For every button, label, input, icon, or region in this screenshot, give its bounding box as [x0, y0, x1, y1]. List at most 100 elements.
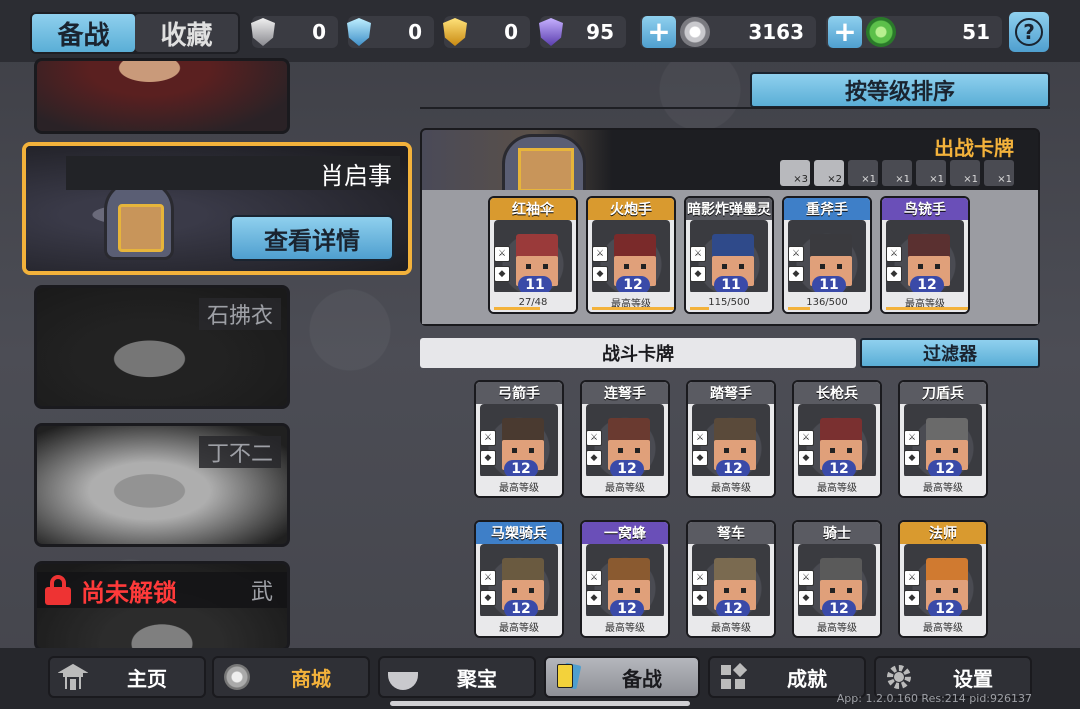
- view-details-button[interactable]: 查看详情: [230, 215, 394, 261]
- unit-class-icon: ◆: [904, 590, 920, 606]
- unit-class-icon: ◆: [592, 266, 608, 282]
- hero-card-partial[interactable]: [34, 58, 290, 134]
- unit-name: 马槊骑兵: [476, 522, 562, 544]
- unit-card[interactable]: 火炮手 ⚔ ◆ 12 最高等级: [586, 196, 676, 314]
- slot-gear-icon: ×1: [882, 160, 912, 186]
- unit-progress: 最高等级: [794, 616, 880, 636]
- unit-progress: 最高等级: [582, 616, 668, 636]
- hero-banner-art: [422, 130, 612, 190]
- help-button[interactable]: ?: [1009, 12, 1049, 52]
- deploy-title: 出战卡牌: [934, 136, 1014, 160]
- add-gems-button[interactable]: +: [828, 16, 862, 48]
- face-art: [118, 204, 164, 252]
- nav-treasure[interactable]: 聚宝: [378, 656, 536, 698]
- divider: [420, 107, 1050, 109]
- hero-name: 肖启事: [66, 156, 400, 190]
- unit-name: 红袖伞: [490, 198, 576, 220]
- coins-icon: [220, 660, 254, 694]
- nav-shop-label: 商城: [291, 666, 331, 691]
- hero-card-selected[interactable]: 肖启事 查看详情: [22, 142, 412, 275]
- unit-class-icon: ◆: [480, 590, 496, 606]
- unit-card[interactable]: 一窝蜂 ⚔ ◆ 12 最高等级: [580, 520, 670, 638]
- tab-prepare[interactable]: 备战: [32, 14, 135, 52]
- unit-card[interactable]: 红袖伞 ⚔ ◆ 11 27/48: [488, 196, 578, 314]
- unit-name: 弓箭手: [476, 382, 562, 404]
- attack-type-icon: ⚔: [494, 246, 510, 262]
- attack-type-icon: ⚔: [480, 430, 496, 446]
- tab-collection[interactable]: 收藏: [135, 14, 238, 52]
- slot-sword-icon: ×2: [814, 160, 844, 186]
- home-indicator[interactable]: [390, 701, 690, 706]
- purple-shield-counter: 95: [539, 16, 626, 48]
- locked-label: 尚未解锁: [81, 578, 177, 607]
- coin-value: 3163: [748, 20, 804, 44]
- unit-progress: 最高等级: [688, 616, 774, 636]
- nav-home-label: 主页: [127, 666, 167, 691]
- jade-icon: [866, 17, 896, 47]
- unit-name: 重斧手: [784, 198, 870, 220]
- unit-class-icon: ◆: [798, 450, 814, 466]
- nav-achievements-label: 成就: [787, 666, 827, 691]
- unit-progress: 最高等级: [688, 476, 774, 496]
- unit-progress: 最高等级: [476, 616, 562, 636]
- attack-type-icon: ⚔: [690, 246, 706, 262]
- add-coins-button[interactable]: +: [642, 16, 676, 48]
- nav-prepare-label: 备战: [622, 666, 662, 691]
- nav-treasure-label: 聚宝: [457, 666, 497, 691]
- hero-card-shifuyi[interactable]: 石拂衣: [34, 285, 290, 409]
- hero-card-dingbuer[interactable]: 丁不二: [34, 423, 290, 547]
- attack-type-icon: ⚔: [886, 246, 902, 262]
- question-icon: ?: [1015, 18, 1043, 46]
- nav-home[interactable]: 主页: [48, 656, 206, 698]
- coin-icon: [680, 17, 710, 47]
- unit-card[interactable]: 马槊骑兵 ⚔ ◆ 12 最高等级: [474, 520, 564, 638]
- silver-shield-icon: [251, 18, 275, 46]
- treasure-bowl-icon: [386, 660, 420, 694]
- version-info: App: 1.2.0.160 Res:214 pid:926137: [836, 692, 1032, 705]
- blue-shield-counter: 0: [347, 16, 434, 48]
- nav-prepare[interactable]: 备战: [544, 656, 700, 698]
- hero-name: 武: [250, 580, 273, 605]
- attack-type-icon: ⚔: [798, 570, 814, 586]
- unit-card[interactable]: 刀盾兵 ⚔ ◆ 12 最高等级: [898, 380, 988, 498]
- silver-shield-counter: 0: [251, 16, 338, 48]
- unit-card[interactable]: 连弩手 ⚔ ◆ 12 最高等级: [580, 380, 670, 498]
- attack-type-icon: ⚔: [586, 430, 602, 446]
- unit-class-icon: ◆: [480, 450, 496, 466]
- unit-card[interactable]: 弓箭手 ⚔ ◆ 12 最高等级: [474, 380, 564, 498]
- filter-button[interactable]: 过滤器: [860, 338, 1040, 368]
- sort-by-level-button[interactable]: 按等级排序: [750, 72, 1050, 108]
- slot-shield-icon: ×1: [984, 160, 1014, 186]
- unit-card[interactable]: 鸟铳手 ⚔ ◆ 12 最高等级: [880, 196, 970, 314]
- bottom-nav: 主页 商城 聚宝 备战 成就 设置 App: 1.2.0.160 Res:214…: [0, 648, 1080, 709]
- nav-shop[interactable]: 商城: [212, 656, 370, 698]
- gear-icon: [882, 660, 916, 694]
- hero-card-locked[interactable]: 尚未解锁 武: [34, 561, 290, 651]
- progress-bar: [494, 307, 540, 310]
- unit-class-icon: ◆: [904, 450, 920, 466]
- unit-card[interactable]: 暗影炸弹墨灵 ⚔ ◆ 11 115/500: [684, 196, 774, 314]
- unit-name: 鸟铳手: [882, 198, 968, 220]
- attack-type-icon: ⚔: [904, 570, 920, 586]
- attack-type-icon: ⚔: [480, 570, 496, 586]
- unit-card[interactable]: 法师 ⚔ ◆ 12 最高等级: [898, 520, 988, 638]
- attack-type-icon: ⚔: [592, 246, 608, 262]
- unit-card[interactable]: 重斧手 ⚔ ◆ 11 136/500: [782, 196, 872, 314]
- pagoda-icon: [56, 660, 90, 694]
- unit-progress: 最高等级: [476, 476, 562, 496]
- unit-class-icon: ◆: [586, 590, 602, 606]
- unit-card[interactable]: 长枪兵 ⚔ ◆ 12 最高等级: [792, 380, 882, 498]
- unit-class-icon: ◆: [798, 590, 814, 606]
- unit-name: 一窝蜂: [582, 522, 668, 544]
- slot-counters: ×3 ×2 ×1 ×1 ×1 ×1 ×1: [780, 160, 1014, 186]
- unit-card[interactable]: 弩车 ⚔ ◆ 12 最高等级: [686, 520, 776, 638]
- attack-type-icon: ⚔: [904, 430, 920, 446]
- unit-card[interactable]: 踏弩手 ⚔ ◆ 12 最高等级: [686, 380, 776, 498]
- unit-class-icon: ◆: [692, 450, 708, 466]
- unit-card[interactable]: 骑士 ⚔ ◆ 12 最高等级: [792, 520, 882, 638]
- purple-shield-icon: [539, 18, 563, 46]
- unit-name: 火炮手: [588, 198, 674, 220]
- unit-name: 骑士: [794, 522, 880, 544]
- unit-name: 暗影炸弹墨灵: [686, 198, 772, 220]
- unit-class-icon: ◆: [788, 266, 804, 282]
